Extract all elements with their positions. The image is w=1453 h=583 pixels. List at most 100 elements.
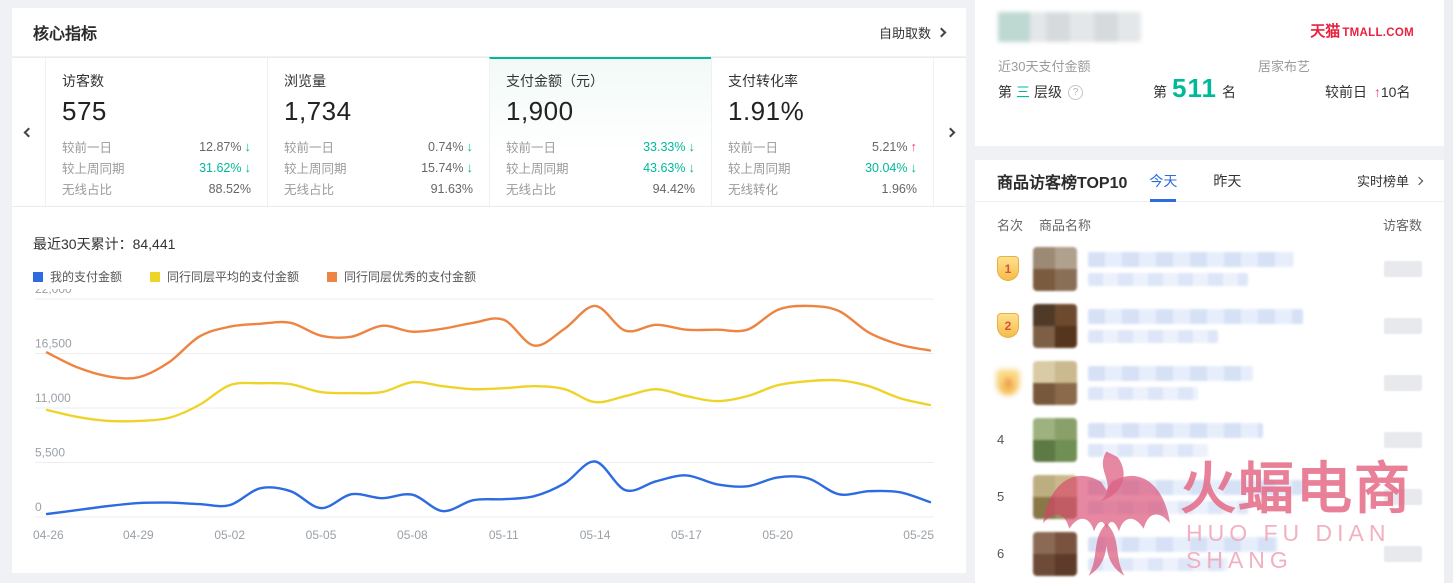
metric-title: 访客数 — [62, 71, 251, 91]
ranking-row[interactable]: 3 — [975, 354, 1444, 411]
ranking-header: 商品访客榜TOP10 今天 昨天 实时榜单 — [975, 160, 1444, 202]
core-metrics-header: 核心指标 自助取数 — [12, 8, 966, 57]
metric-row-label: 无线占比 — [284, 179, 334, 198]
shop-rank-delta: 较前日 ↑10名 — [1325, 82, 1410, 102]
metric-row: 无线占比 88.52% — [62, 178, 251, 199]
ranking-row[interactable]: 4 — [975, 411, 1444, 468]
up-arrow-icon: ↑ — [911, 139, 918, 154]
help-icon[interactable]: ? — [1068, 85, 1083, 100]
metric-card-conversion-rate[interactable]: 支付转化率 1.91% 较前一日 5.21% ↑ 较上周同期 30.04% ↓ … — [711, 57, 933, 206]
metric-row-value: 94.42% — [653, 182, 695, 196]
tmall-logo-en: TMALL.COM — [1342, 27, 1414, 39]
ranking-row[interactable]: 1 — [975, 240, 1444, 297]
metric-row-value: 15.74% — [421, 161, 463, 175]
realtime-ranking-link[interactable]: 实时榜单 — [1357, 171, 1422, 190]
column-product-name: 商品名称 — [1039, 215, 1091, 234]
blurred-product-name — [1088, 309, 1370, 343]
legend-swatch-orange — [327, 272, 337, 282]
rank-number: 5 — [997, 489, 1033, 504]
svg-text:5,500: 5,500 — [35, 446, 65, 460]
carousel-prev-button[interactable] — [12, 57, 45, 206]
blurred-product-thumbnail — [1033, 475, 1077, 519]
blurred-product-name — [1088, 252, 1370, 286]
metric-row-label: 较前一日 — [284, 137, 334, 156]
rank-badge-1: 1 — [997, 256, 1019, 281]
down-arrow-icon: ↓ — [467, 139, 474, 154]
column-rank: 名次 — [997, 215, 1023, 234]
metric-card-visitors[interactable]: 访客数 575 较前一日 12.87% ↓ 较上周同期 31.62% ↓ 无线占… — [45, 57, 267, 206]
shop-metric-label: 近30天支付金额 — [998, 56, 1090, 75]
metric-title: 浏览量 — [284, 71, 473, 91]
blurred-product-thumbnail — [1033, 304, 1077, 348]
svg-text:22,000: 22,000 — [35, 289, 72, 296]
legend-item-peer-excellent[interactable]: 同行同层优秀的支付金额 — [327, 268, 476, 285]
scrollbar[interactable] — [1444, 0, 1453, 583]
svg-text:16,500: 16,500 — [35, 337, 72, 351]
ranking-row[interactable]: 5 — [975, 468, 1444, 525]
legend-label: 我的支付金额 — [50, 268, 122, 285]
chart-legend: 我的支付金额 同行同层平均的支付金额 同行同层优秀的支付金额 — [33, 268, 966, 285]
blurred-product-name — [1088, 366, 1370, 400]
metric-title: 支付转化率 — [728, 71, 917, 91]
metric-row: 较上周同期 43.63% ↓ — [506, 157, 695, 178]
chevron-left-icon — [24, 127, 34, 137]
metric-row: 较前一日 12.87% ↓ — [62, 136, 251, 157]
chevron-right-icon — [1415, 176, 1423, 184]
metric-row-value: 1.96% — [882, 182, 917, 196]
ranking-title: 商品访客榜TOP10 — [997, 169, 1127, 193]
metric-row-value: 5.21% — [872, 140, 907, 154]
blurred-shop-avatar — [998, 12, 1030, 42]
payment-trend-chart[interactable]: 05,50011,00016,50022,00004-2604-2905-020… — [33, 289, 943, 543]
ranking-row[interactable]: 2 — [975, 297, 1444, 354]
tab-today[interactable]: 今天 — [1149, 160, 1177, 202]
level-prefix: 第 — [998, 82, 1012, 102]
realtime-ranking-label: 实时榜单 — [1357, 171, 1409, 190]
metric-row: 较前一日 5.21% ↑ — [728, 136, 917, 157]
metric-card-pageviews[interactable]: 浏览量 1,734 较前一日 0.74% ↓ 较上周同期 15.74% ↓ 无线… — [267, 57, 489, 206]
ranking-column-headers: 名次 商品名称 访客数 — [975, 202, 1444, 240]
trend-30day-total: 最近30天累计：84,441 — [33, 234, 966, 254]
svg-text:05-05: 05-05 — [306, 528, 337, 542]
metric-row-label: 无线转化 — [728, 179, 778, 198]
metric-row-value: 12.87% — [199, 140, 241, 154]
legend-swatch-blue — [33, 272, 43, 282]
metric-row: 较上周同期 30.04% ↓ — [728, 157, 917, 178]
metric-row-value: 30.04% — [865, 161, 907, 175]
shop-category-label: 居家布艺 — [1258, 56, 1310, 75]
rank-number: 4 — [997, 432, 1033, 447]
down-arrow-icon: ↓ — [689, 160, 696, 175]
metric-row-value: 31.62% — [199, 161, 241, 175]
metric-row-label: 较上周同期 — [62, 158, 125, 177]
metric-row: 较上周同期 31.62% ↓ — [62, 157, 251, 178]
metric-row-value: 0.74% — [428, 140, 463, 154]
legend-item-peer-average[interactable]: 同行同层平均的支付金额 — [150, 268, 299, 285]
up-arrow-icon: ↑ — [1374, 84, 1381, 100]
self-service-data-link[interactable]: 自助取数 — [879, 23, 945, 42]
legend-item-my-payment[interactable]: 我的支付金额 — [33, 268, 122, 285]
legend-label: 同行同层平均的支付金额 — [167, 268, 299, 285]
blurred-product-name — [1088, 537, 1370, 571]
blurred-product-name — [1088, 480, 1370, 514]
level-value: 三 — [1016, 82, 1030, 102]
shop-summary-panel: 天猫 TMALL.COM 近30天支付金额 居家布艺 第 三 层级 ? 第 51… — [975, 0, 1444, 146]
metric-card-payment-amount[interactable]: 支付金额（元） 1,900 较前一日 33.33% ↓ 较上周同期 43.63%… — [489, 57, 711, 206]
blurred-visitor-count — [1384, 546, 1422, 562]
metric-row-value: 33.33% — [643, 140, 685, 154]
chevron-right-icon — [945, 127, 955, 137]
rank-prefix: 第 — [1153, 82, 1167, 102]
metric-cards-strip: 访客数 575 较前一日 12.87% ↓ 较上周同期 31.62% ↓ 无线占… — [12, 57, 966, 207]
metric-row-value: 91.63% — [431, 182, 473, 196]
metric-row-label: 较前一日 — [506, 137, 556, 156]
tmall-logo: 天猫 TMALL.COM — [1310, 20, 1414, 41]
tab-yesterday[interactable]: 昨天 — [1213, 160, 1241, 202]
metric-row: 无线转化 1.96% — [728, 178, 917, 199]
svg-text:11,000: 11,000 — [35, 391, 71, 405]
chevron-right-icon — [937, 27, 947, 37]
legend-label: 同行同层优秀的支付金额 — [344, 268, 476, 285]
metric-row: 无线占比 94.42% — [506, 178, 695, 199]
carousel-next-button[interactable] — [933, 57, 966, 206]
blurred-visitor-count — [1384, 489, 1422, 505]
blurred-visitor-count — [1384, 432, 1422, 448]
ranking-row[interactable]: 6 — [975, 525, 1444, 582]
svg-text:05-08: 05-08 — [397, 528, 428, 542]
